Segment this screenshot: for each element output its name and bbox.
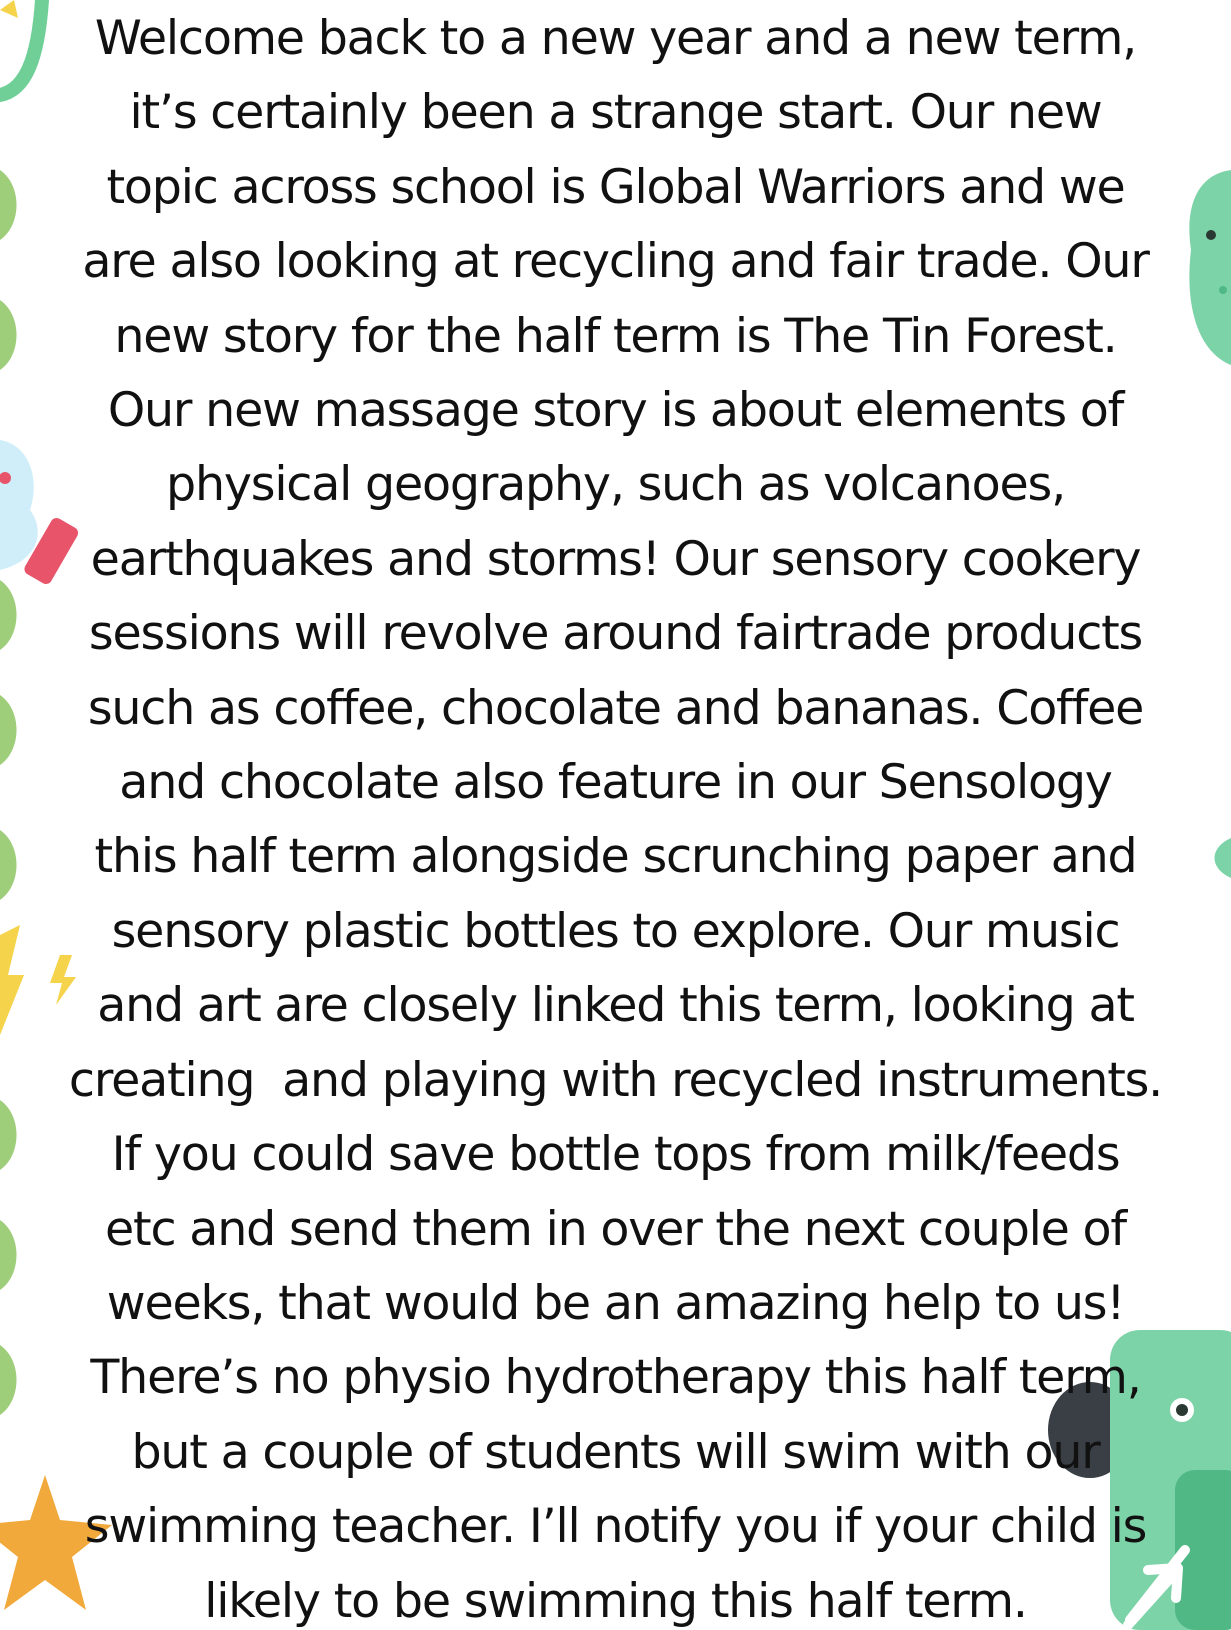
text-line: sensory plastic bottles to explore. Our …: [111, 903, 1121, 959]
page: Welcome back to a new year and a new ter…: [0, 0, 1231, 1630]
text-line: and chocolate also feature in our Sensol…: [119, 755, 1113, 811]
text-line: this half term alongside scrunching pape…: [94, 829, 1138, 885]
text-line: etc and send them in over the next coupl…: [105, 1201, 1127, 1257]
text-line: new story for the half term is The Tin F…: [114, 308, 1117, 364]
text-line: creating and playing with recycled instr…: [68, 1052, 1163, 1108]
text-line: and art are closely linked this term, lo…: [97, 978, 1135, 1034]
text-line: but a couple of students will swim with …: [131, 1424, 1100, 1480]
text-line: If you could save bottle tops from milk/…: [111, 1127, 1121, 1183]
text-line: Our new massage story is about elements …: [107, 383, 1125, 439]
text-line: it’s certainly been a strange start. Our…: [129, 85, 1103, 141]
text-line: Welcome back to a new year and a new ter…: [94, 11, 1137, 66]
newsletter-body-text: Welcome back to a new year and a new ter…: [0, 2, 1231, 1630]
text-line: are also looking at recycling and fair t…: [82, 234, 1150, 290]
text-line: topic across school is Global Warriors a…: [106, 159, 1125, 215]
text-line: sessions will revolve around fairtrade p…: [88, 606, 1143, 662]
text-line: likely to be swimming this half term.: [204, 1573, 1028, 1629]
text-line: weeks, that would be an amazing help to …: [106, 1275, 1126, 1331]
text-line: physical geography, such as volcanoes,: [166, 457, 1066, 513]
text-line: There’s no physio hydrotherapy this half…: [90, 1350, 1142, 1406]
text-line: such as coffee, chocolate and bananas. C…: [87, 680, 1145, 736]
text-line: earthquakes and storms! Our sensory cook…: [90, 531, 1142, 587]
text-line: swimming teacher. I’ll notify you if you…: [84, 1499, 1148, 1555]
